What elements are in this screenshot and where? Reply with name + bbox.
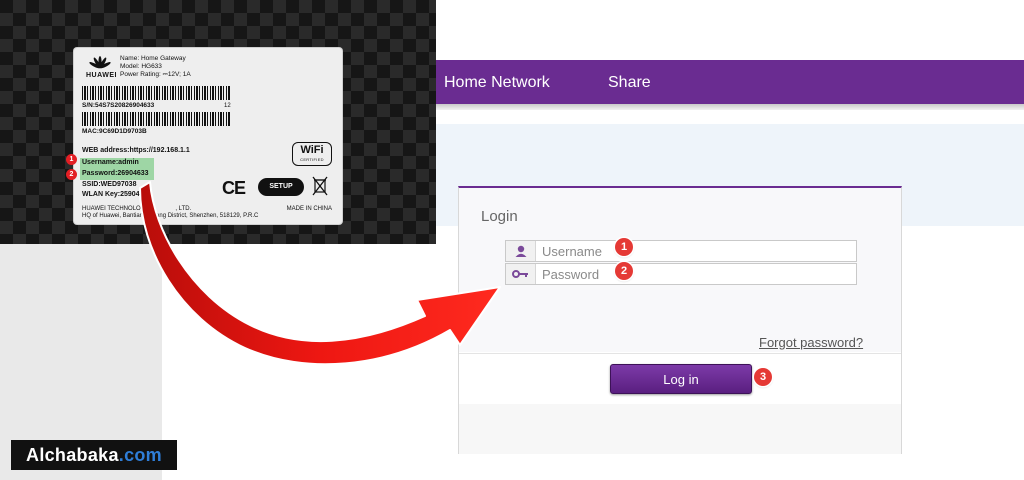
nav-shadow (436, 104, 1024, 110)
step-badge-login: 3 (754, 368, 772, 386)
label-step-badge-2: 2 (66, 169, 77, 180)
manufacturer-line-2b: gang District, Shenzhen, 518129, P.R.C (152, 213, 259, 219)
web-address: WEB address:https://192.168.1.1 (82, 147, 190, 154)
mac-address: MAC:9C69D1D9703B (82, 128, 147, 135)
user-icon (506, 241, 536, 261)
router-label-sticker: HUAWEI Name: Home Gateway Model: HG633 P… (66, 48, 342, 224)
username-input[interactable] (542, 243, 842, 259)
barcode (82, 112, 230, 126)
made-in: MADE IN CHINA (286, 206, 332, 212)
nav-item-share[interactable]: Share (608, 74, 651, 92)
default-password: Password:26904633 (82, 170, 149, 177)
watermark-name: Alchabaka (26, 445, 119, 465)
password-field[interactable] (505, 263, 857, 285)
wlan-key: WLAN Key:259046 (82, 191, 144, 198)
device-name: Name: Home Gateway (120, 55, 186, 62)
serial-suffix: 12 (224, 103, 231, 109)
step-badge-username: 1 (615, 238, 633, 256)
watermark-domain: .com (118, 445, 162, 465)
login-footer-area (459, 404, 901, 454)
top-nav-bar: Home Network Share (436, 60, 1024, 104)
barcode (82, 86, 230, 100)
ce-mark: CE (222, 178, 246, 198)
recycle-bin-icon (312, 176, 328, 196)
device-model: Model: HG633 (120, 63, 162, 70)
manufacturer-line-1b: , LTD. (175, 206, 192, 212)
device-power: Power Rating: ⎓12V; 1A (120, 71, 191, 78)
brand-name: HUAWEI (86, 72, 117, 79)
wps-setup-logo: SETUP (258, 178, 304, 196)
wifi-certified-text: CERTIFIED (300, 157, 324, 162)
wifi-certified-logo: WiFi CERTIFIED (292, 142, 332, 166)
manufacturer-line-1: HUAWEI TECHNOLOG (82, 206, 146, 212)
password-input[interactable] (542, 266, 842, 282)
nav-item-home-network[interactable]: Home Network (444, 74, 550, 92)
device-meta: Name: Home Gateway Model: HG633 Power Ra… (120, 55, 191, 79)
ssid: SSID:WED97038 (82, 181, 137, 188)
default-username: Username:admin (82, 159, 139, 166)
manufacturer-line-2: HQ of Huawei, Bantian, (82, 213, 145, 219)
step-badge-password: 2 (615, 262, 633, 280)
login-divider (459, 353, 901, 354)
serial-number: S/N:54S7S20826904633 (82, 102, 155, 109)
username-field[interactable] (505, 240, 857, 262)
key-icon (506, 264, 536, 284)
login-button[interactable]: Log in (610, 364, 752, 394)
forgot-password-link[interactable]: Forgot password? (759, 335, 863, 350)
login-title: Login (481, 208, 518, 225)
router-photo: HUAWEI Name: Home Gateway Model: HG633 P… (0, 0, 436, 244)
login-panel: Login Forgot password? Log in (458, 186, 902, 454)
site-watermark: Alchabaka.com (11, 440, 177, 470)
label-step-badge-1: 1 (66, 154, 77, 165)
wifi-logo-text: WiFi (300, 144, 324, 156)
